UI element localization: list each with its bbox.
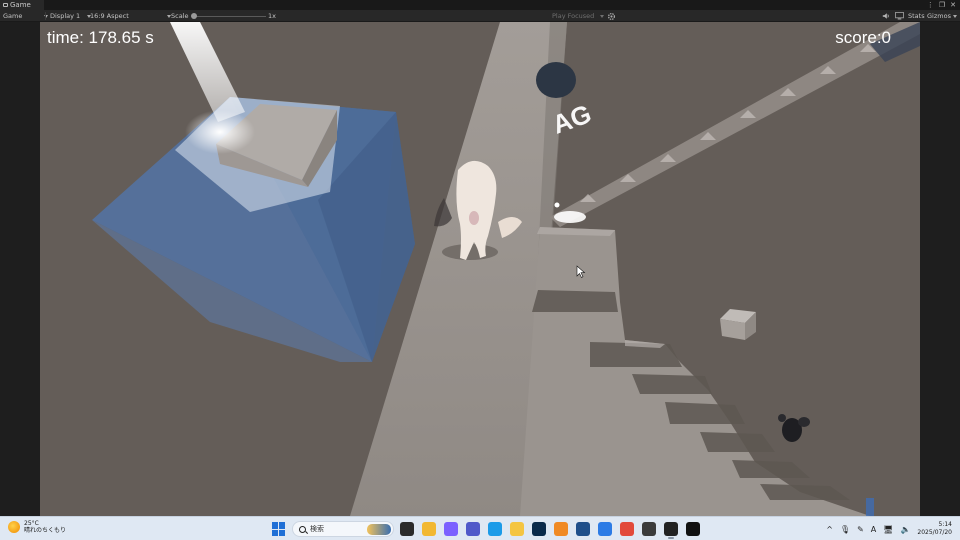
chevron-up-icon[interactable]: ^ bbox=[826, 525, 833, 534]
system-tray: ^ 🎙 ✎ A 🖥 🔈 5:14 2025/07/20 bbox=[826, 520, 952, 538]
search-placeholder: 検索 bbox=[310, 525, 324, 533]
calculator-icon[interactable] bbox=[576, 522, 590, 536]
copilot-icon[interactable] bbox=[444, 522, 458, 536]
toolbar-divider bbox=[45, 12, 46, 20]
photoshop-icon[interactable] bbox=[532, 522, 546, 536]
game-scene: AG bbox=[40, 22, 920, 516]
unity-editor-icon[interactable] bbox=[664, 522, 678, 539]
stats-monitor-icon[interactable] bbox=[895, 10, 904, 22]
play-mode-label: Play Focused bbox=[552, 12, 595, 20]
pinned-apps bbox=[400, 522, 700, 539]
chrome-icon[interactable] bbox=[620, 522, 634, 536]
maximize-icon[interactable]: ❐ bbox=[939, 1, 945, 9]
scale-slider-track[interactable] bbox=[194, 15, 266, 17]
chevron-down-icon bbox=[952, 14, 957, 18]
windows-start-icon[interactable] bbox=[272, 522, 286, 536]
display-label: Display 1 bbox=[50, 12, 81, 20]
weather-temp: 25°C bbox=[24, 520, 39, 527]
settings-gear-icon[interactable] bbox=[607, 10, 616, 22]
gizmos-label: Gizmos bbox=[927, 12, 951, 20]
unity-hub-icon[interactable] bbox=[642, 522, 656, 536]
task-view-icon[interactable] bbox=[400, 522, 414, 536]
network-icon[interactable]: 🖥 bbox=[883, 525, 893, 534]
view-mode-label: Game bbox=[3, 12, 23, 20]
small-floating-cube bbox=[720, 309, 756, 340]
teams-icon[interactable] bbox=[466, 522, 480, 536]
scale-slider-thumb[interactable] bbox=[191, 13, 197, 19]
edge-icon[interactable] bbox=[488, 522, 502, 536]
hud-score: score:0 bbox=[835, 28, 891, 47]
view-mode-dropdown[interactable]: Game bbox=[3, 10, 49, 22]
windows-taskbar: 25°C 晴れのちくもり 検索 ^ 🎙 ✎ A 🖥 🔈 5:14 2025/07… bbox=[0, 516, 960, 540]
editor-tab-bar: Game ⋮ ❐ ✕ bbox=[0, 0, 960, 10]
clock-date: 2025/07/20 bbox=[917, 529, 952, 536]
tab-game[interactable]: Game bbox=[0, 0, 44, 10]
walkway-hole bbox=[536, 62, 576, 98]
tab-title: Game bbox=[10, 1, 31, 9]
pen-icon[interactable]: ✎ bbox=[857, 525, 864, 534]
hud-time: time: 178.65 s bbox=[47, 28, 154, 47]
aspect-label: 16:9 Aspect bbox=[90, 12, 129, 20]
microphone-icon[interactable]: 🎙 bbox=[840, 525, 850, 534]
letterbox-right bbox=[920, 22, 960, 516]
volume-icon[interactable]: 🔈 bbox=[900, 525, 910, 534]
taskbar-apps: 検索 bbox=[272, 520, 700, 539]
play-mode-dropdown[interactable]: Play Focused bbox=[552, 10, 605, 22]
game-viewport[interactable]: AG time: 178.65 s score:0 bbox=[40, 22, 920, 516]
file-explorer-icon[interactable] bbox=[422, 522, 436, 536]
audio-speaker-icon[interactable] bbox=[882, 10, 890, 22]
unity-game-window: Game ⋮ ❐ ✕ Game Display 1 16:9 Aspect Sc… bbox=[0, 0, 960, 540]
vlc-icon[interactable] bbox=[554, 522, 568, 536]
game-view-toolbar: Game Display 1 16:9 Aspect Scale 1x Play… bbox=[0, 10, 960, 22]
stats-toggle[interactable]: Stats bbox=[908, 10, 925, 22]
clock-time: 5:14 bbox=[938, 521, 952, 528]
scale-label: Scale bbox=[171, 12, 189, 20]
window-controls: ⋮ ❐ ✕ bbox=[927, 0, 956, 10]
weather-desc: 晴れのちくもり bbox=[24, 527, 67, 534]
close-icon[interactable]: ✕ bbox=[950, 1, 956, 9]
letterbox-left bbox=[0, 22, 40, 516]
chevron-down-icon bbox=[600, 14, 605, 18]
display-dropdown[interactable]: Display 1 bbox=[50, 10, 92, 22]
folder-icon[interactable] bbox=[510, 522, 524, 536]
scale-value: 1x bbox=[268, 12, 276, 20]
search-highlight-icon bbox=[367, 524, 391, 535]
more-options-icon[interactable]: ⋮ bbox=[927, 1, 934, 9]
weather-sun-icon bbox=[8, 521, 20, 533]
weather-widget[interactable]: 25°C 晴れのちくもり bbox=[8, 520, 66, 534]
game-view-icon bbox=[3, 3, 8, 7]
aspect-dropdown[interactable]: 16:9 Aspect bbox=[90, 10, 171, 22]
taskbar-search-box[interactable]: 検索 bbox=[292, 521, 394, 537]
ime-indicator-icon[interactable]: A bbox=[871, 525, 876, 534]
search-icon bbox=[299, 525, 306, 533]
github-icon[interactable] bbox=[686, 522, 700, 536]
photos-icon[interactable] bbox=[598, 522, 612, 536]
taskbar-clock[interactable]: 5:14 2025/07/20 bbox=[917, 521, 952, 537]
gizmos-dropdown[interactable]: Gizmos bbox=[927, 10, 957, 22]
